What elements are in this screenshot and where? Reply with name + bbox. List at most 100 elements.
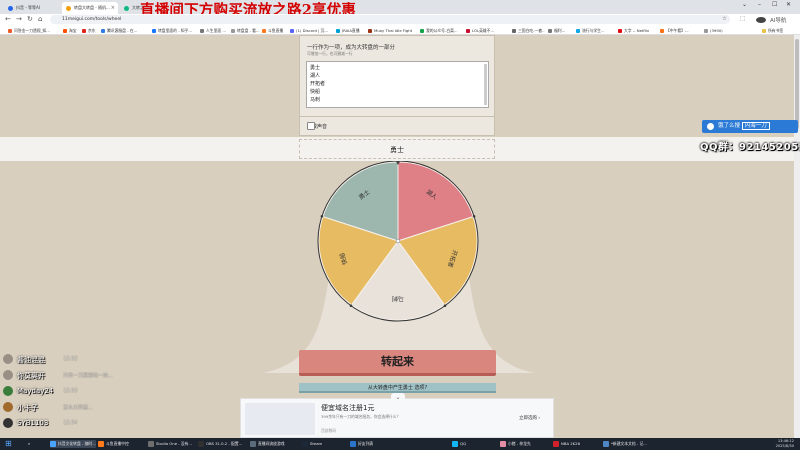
address-bar: ← → ↻ ⌂ 11meigui.com/tools/wheel ☆ ⬚ AI导…: [0, 14, 800, 26]
screen: 抖音 - 等等AI 转盘大转盘 - 随机... × 大转之... + 直播间下方…: [0, 0, 800, 450]
wheel-svg: 勇士 湖人开拓者马刺快船: [263, 158, 535, 373]
bookmark-icon: [512, 28, 516, 33]
bookmark-item[interactable]: 转盘盘 - 看...: [231, 27, 260, 34]
taskbar-app[interactable]: Steam: [302, 440, 322, 448]
option-line: 勇士: [310, 65, 321, 71]
bookmark-item[interactable]: (3990): [704, 27, 723, 34]
bookmark-icon: [231, 28, 235, 33]
bookmark-item[interactable]: 【中午看】...: [660, 27, 689, 34]
app-icon: [50, 441, 56, 447]
bookmark-item[interactable]: Muay Thai Idle Fight: [368, 27, 412, 34]
close-window-icon[interactable]: ✕: [786, 1, 791, 8]
avatar: [3, 418, 13, 428]
bookmark-icon: [548, 28, 552, 33]
bookmark-item[interactable]: 淘宝: [63, 27, 77, 34]
options-textarea[interactable]: 勇士 湖人 开拓者 快船 马刺: [306, 61, 489, 108]
bookmark-item[interactable]: 斗鱼直播: [262, 27, 283, 34]
scroll-thumb[interactable]: [795, 39, 799, 129]
app-icon: [302, 441, 308, 447]
bookmark-item[interactable]: 福利...: [548, 27, 565, 34]
tab-label: 抖音 - 等等AI: [16, 5, 40, 10]
bookmark-item[interactable]: 京东: [82, 27, 96, 34]
bookmark-item[interactable]: 大字 -- Netflix: [618, 27, 649, 34]
panel-subtitle: 可增加一行，也可删减一行: [307, 51, 353, 56]
app-icon: [350, 441, 356, 447]
close-tab-icon[interactable]: ×: [111, 2, 115, 14]
browser-tab-1[interactable]: 抖音 - 等等AI: [4, 2, 60, 14]
browser-tab-bar: 抖音 - 等等AI 转盘大转盘 - 随机... × 大转之... + 直播间下方…: [0, 0, 800, 19]
wheel-hub: [395, 238, 401, 244]
app-icon: [500, 441, 506, 447]
avatar[interactable]: [756, 17, 766, 23]
chat-message: 你莫离开 只有一刀我是唯一的...: [3, 368, 133, 384]
promo-logo-icon: [707, 123, 714, 130]
extensions-icon[interactable]: ⬚: [740, 16, 745, 22]
star-icon[interactable]: ☆: [722, 16, 727, 22]
spin-button[interactable]: 转起来: [299, 350, 496, 376]
option-line: 湖人: [310, 73, 321, 79]
ad-body: 399余年只有一刀的域名服务，你会选择什么？: [321, 414, 401, 419]
bookmark-icon: [101, 28, 105, 33]
reload-icon[interactable]: ↻: [27, 15, 33, 23]
taskbar-app[interactable]: OBS 31.0.2 - 配置...: [198, 440, 242, 448]
taskbar-app[interactable]: NBA 2K26: [553, 440, 580, 448]
bookmark-item[interactable]: LOL英雄不...: [466, 27, 494, 34]
taskbar-app[interactable]: Studio One - 没有...: [148, 440, 192, 448]
search-icon[interactable]: ⌕: [20, 440, 30, 448]
option-line: 开拓者: [310, 81, 326, 87]
back-icon[interactable]: ←: [5, 15, 11, 23]
search-promo-button: 饿了么搜 闪海一刀: [702, 120, 798, 133]
search-tabs-icon[interactable]: ⌄: [742, 1, 747, 8]
minimize-icon[interactable]: –: [758, 1, 761, 8]
tab-favicon-icon: [8, 6, 13, 11]
tab-favicon-icon: [124, 6, 129, 11]
maximize-icon[interactable]: ☐: [772, 1, 777, 8]
taskbar-app[interactable]: 小猪 - 梓龙先: [500, 440, 531, 448]
textarea-scrollbar[interactable]: [484, 64, 487, 105]
bookmark-icon: [262, 28, 266, 33]
taskbar-app[interactable]: *新建文本文档 - 记...: [603, 440, 647, 448]
profile-label[interactable]: AI导航: [770, 16, 786, 24]
bookmark-item[interactable]: (1) Discord | 沉...: [290, 27, 328, 34]
ad-image: [245, 403, 315, 435]
forward-icon[interactable]: →: [16, 15, 22, 23]
system-clock[interactable]: 13:46:12 2025/8/30: [776, 439, 794, 449]
taskbar-app[interactable]: 抖音文化转盘 - 随时...: [50, 440, 96, 448]
bookmark-item[interactable]: 三国白吃-一套..: [512, 27, 545, 34]
bookmark-icon: [290, 28, 294, 33]
bookmark-item[interactable]: 转盘里面的 - 知乎...: [152, 27, 192, 34]
taskbar-app[interactable]: 直播间流放游戏: [250, 440, 285, 448]
page-scrollbar[interactable]: [794, 35, 800, 438]
bookmark-icon: [200, 28, 204, 33]
sound-checkbox[interactable]: [307, 122, 315, 130]
qq-group-text: QQ群：921452052: [700, 142, 800, 153]
bookmark-item[interactable]: 流行与学生...: [576, 27, 605, 34]
all-bookmarks[interactable]: 所有书签: [762, 27, 783, 34]
bookmark-item[interactable]: 人生里面 ...: [200, 27, 226, 34]
chat-message: SYB1103 12:34: [3, 416, 133, 432]
bookmark-item[interactable]: 我的公众号-白菜...: [420, 27, 458, 34]
bookmark-icon: [152, 28, 156, 33]
option-line: 快船: [310, 89, 321, 95]
taskbar: ⊞ ⌕ 抖音文化转盘 - 随时... 斗鱼直播中控 Studio One - 没…: [0, 438, 800, 450]
avatar: [3, 386, 13, 396]
bookmark-item[interactable]: JRAIA直播: [336, 27, 360, 34]
ad-cta-link[interactable]: 立即选购 ›: [519, 415, 540, 421]
windows-start-icon[interactable]: ⊞: [5, 440, 13, 448]
ad-title: 便宜域名注册1元: [321, 404, 375, 412]
browser-tab-2[interactable]: 转盘大转盘 - 随机... ×: [62, 2, 118, 14]
taskbar-app[interactable]: QQ: [452, 440, 466, 448]
taskbar-app[interactable]: 斗鱼直播中控: [98, 440, 129, 448]
avatar: [3, 370, 13, 380]
chat-message: 酱油混混 12:32: [3, 352, 133, 368]
bookmark-icon: [63, 28, 67, 33]
taskbar-app[interactable]: 好友列表: [350, 440, 373, 448]
chat-message: Mayday24 12:33: [3, 384, 133, 400]
bookmark-item[interactable]: 问答金一刀透视_知...: [8, 27, 50, 34]
bookmark-item[interactable]: 腾讯客服盘 - 在...: [101, 27, 137, 34]
collapse-chevron-icon[interactable]: ⌄: [391, 393, 405, 401]
home-icon[interactable]: ⌂: [38, 15, 42, 23]
url-input[interactable]: 11meigui.com/tools/wheel: [50, 15, 730, 24]
ad-popup[interactable]: ⌄ 便宜域名注册1元 399余年只有一刀的域名服务，你会选择什么？ 西部数码 立…: [240, 393, 554, 438]
option-line: 马刺: [310, 97, 321, 103]
